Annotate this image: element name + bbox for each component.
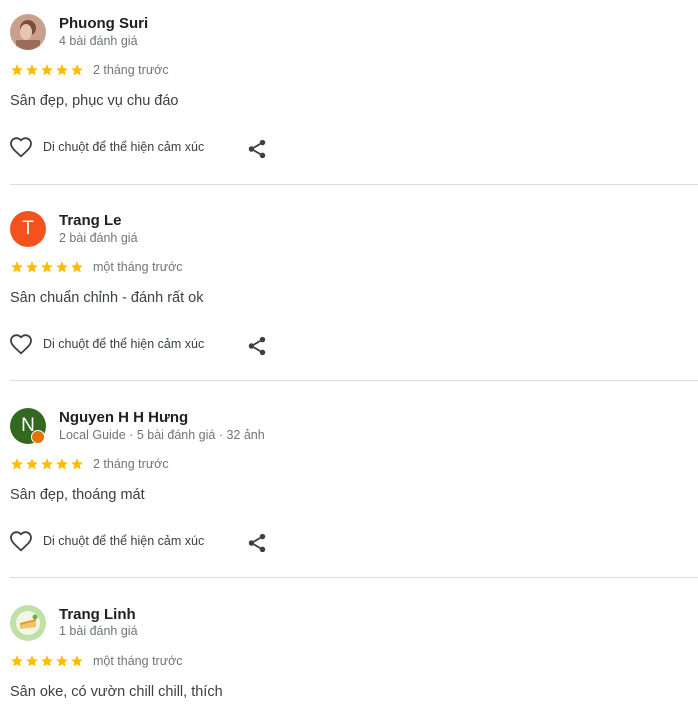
star-icon bbox=[71, 261, 83, 273]
star-icon bbox=[11, 458, 23, 470]
review-date: một tháng trước bbox=[93, 260, 183, 274]
reviewer-avatar[interactable]: T bbox=[10, 211, 46, 247]
star-icon bbox=[56, 64, 68, 76]
heart-icon[interactable] bbox=[9, 333, 33, 357]
share-icon[interactable] bbox=[246, 138, 268, 160]
review-date: 2 tháng trước bbox=[93, 457, 169, 471]
star-icon bbox=[11, 64, 23, 76]
reviewer-meta[interactable]: 2 bài đánh giá bbox=[59, 231, 138, 245]
star-icon bbox=[41, 64, 53, 76]
share-icon[interactable] bbox=[246, 335, 268, 357]
star-icon bbox=[41, 655, 53, 667]
reviewer-avatar[interactable] bbox=[10, 605, 46, 641]
star-icon bbox=[26, 64, 38, 76]
star-icon bbox=[56, 655, 68, 667]
react-label[interactable]: Di chuột để thể hiện cảm xúc bbox=[43, 337, 204, 351]
review-date: một tháng trước bbox=[93, 654, 183, 668]
reviewer-meta[interactable]: 4 bài đánh giá bbox=[59, 34, 138, 48]
review-text: Sân đẹp, thoáng mát bbox=[10, 487, 145, 503]
star-icon bbox=[26, 261, 38, 273]
review-text: Sân oke, có vườn chill chill, thích bbox=[10, 684, 223, 700]
star-icon bbox=[11, 261, 23, 273]
share-icon[interactable] bbox=[246, 532, 268, 554]
reviewer-meta[interactable]: Local Guide · 5 bài đánh giá · 32 ảnh bbox=[59, 428, 265, 442]
star-icon bbox=[71, 655, 83, 667]
local-guide-badge-icon bbox=[31, 430, 45, 444]
divider bbox=[10, 184, 698, 185]
avatar-photo bbox=[10, 14, 46, 50]
review-date: 2 tháng trước bbox=[93, 63, 169, 77]
reviewer-name[interactable]: Nguyen H H Hưng bbox=[59, 409, 188, 426]
star-rating bbox=[10, 260, 84, 274]
reviewer-name[interactable]: Phuong Suri bbox=[59, 15, 148, 32]
star-icon bbox=[26, 655, 38, 667]
star-icon bbox=[71, 458, 83, 470]
divider bbox=[10, 577, 698, 578]
star-rating bbox=[10, 654, 84, 668]
reviewer-name[interactable]: Trang Le bbox=[59, 212, 122, 229]
star-icon bbox=[56, 458, 68, 470]
heart-icon[interactable] bbox=[9, 136, 33, 160]
reviewer-avatar[interactable] bbox=[10, 14, 46, 50]
star-icon bbox=[41, 261, 53, 273]
heart-icon[interactable] bbox=[9, 530, 33, 554]
reviewer-name[interactable]: Trang Linh bbox=[59, 606, 136, 623]
star-rating bbox=[10, 63, 84, 77]
star-rating bbox=[10, 457, 84, 471]
react-label[interactable]: Di chuột để thể hiện cảm xúc bbox=[43, 534, 204, 548]
star-icon bbox=[11, 655, 23, 667]
star-icon bbox=[71, 64, 83, 76]
react-label[interactable]: Di chuột để thể hiện cảm xúc bbox=[43, 140, 204, 154]
review-text: Sân chuẩn chỉnh - đánh rất ok bbox=[10, 290, 204, 306]
avatar-photo bbox=[10, 605, 46, 641]
divider bbox=[10, 380, 698, 381]
star-icon bbox=[26, 458, 38, 470]
reviewer-meta[interactable]: 1 bài đánh giá bbox=[59, 624, 138, 638]
review-text: Sân đẹp, phục vụ chu đáo bbox=[10, 93, 179, 109]
star-icon bbox=[41, 458, 53, 470]
star-icon bbox=[56, 261, 68, 273]
